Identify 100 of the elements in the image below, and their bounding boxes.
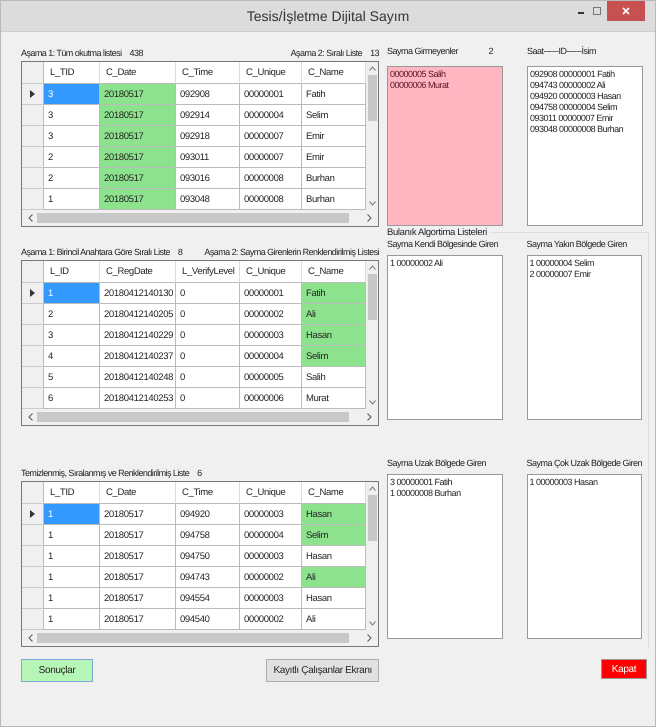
stage-label: Aşama 2: Sıralı Liste	[290, 48, 362, 58]
list-item[interactable]: 2 00000007 Emir	[530, 269, 591, 280]
column-header[interactable]: C_Date	[100, 62, 176, 84]
table-cell: 1	[44, 567, 100, 588]
column-header[interactable]: C_Time	[176, 62, 240, 84]
list-item[interactable]: 1 00000003 Hasan	[530, 477, 598, 488]
table-cell: Selim	[302, 105, 366, 126]
list-item[interactable]: 1 00000008 Burhan	[390, 488, 461, 499]
list-item[interactable]: 1 00000004 Selim	[530, 258, 594, 269]
table-cell: 3	[44, 105, 100, 126]
table-cell: Hasan	[302, 588, 366, 609]
table-cell: 0	[176, 367, 240, 388]
table-cell: 00000004	[240, 525, 302, 546]
scroll-thumb[interactable]	[368, 274, 376, 320]
scroll-thumb[interactable]	[368, 495, 376, 541]
table-cell: 0	[176, 325, 240, 346]
list-item[interactable]: 00000006 Murat	[390, 80, 449, 91]
scroll-up-icon[interactable]	[368, 66, 376, 71]
scroll-right-icon[interactable]	[367, 634, 372, 642]
column-header[interactable]: L_ID	[44, 261, 100, 283]
table-cell: Burhan	[302, 189, 366, 210]
column-header[interactable]: L_VerifyLevel	[176, 261, 240, 283]
table-cell: 00000007	[240, 126, 302, 147]
table-cell: 0	[176, 283, 240, 304]
scroll-down-icon[interactable]	[368, 400, 376, 405]
list-title: Saat------ID------İsim	[527, 46, 596, 58]
table-cell: 2	[44, 147, 100, 168]
scroll-up-icon[interactable]	[368, 265, 376, 270]
table-cell: 1	[44, 588, 100, 609]
row-header[interactable]	[22, 504, 44, 525]
action-button[interactable]: Kayıtlı Çalışanlar Ekranı	[266, 659, 379, 682]
row-header[interactable]	[22, 283, 44, 304]
list-item[interactable]: 1 00000002 Ali	[390, 258, 443, 269]
list-item[interactable]: 094758 00000004 Selim	[530, 102, 618, 113]
table-cell: Ali	[302, 304, 366, 325]
column-header[interactable]: C_Unique	[240, 482, 302, 504]
vertical-scrollbar[interactable]	[366, 62, 378, 210]
column-header[interactable]: L_TID	[44, 482, 100, 504]
current-row-icon	[30, 289, 35, 297]
list-item[interactable]: 00000005 Salih	[390, 69, 446, 80]
list-item[interactable]: 093011 00000007 Emir	[530, 113, 613, 124]
table-cell: 00000004	[240, 105, 302, 126]
scroll-down-icon[interactable]	[368, 621, 376, 626]
table-cell: 2	[44, 168, 100, 189]
list-item[interactable]: 3 00000001 Fatih	[390, 477, 452, 488]
table-cell: 2	[44, 304, 100, 325]
horizontal-scrollbar[interactable]	[22, 210, 378, 226]
table-cell: 093048	[176, 189, 240, 210]
column-header[interactable]: C_Name	[302, 261, 366, 283]
vertical-scrollbar[interactable]	[366, 261, 378, 409]
list-item[interactable]: 092908 00000001 Fatih	[530, 69, 615, 80]
column-header[interactable]: L_TID	[44, 62, 100, 84]
scroll-up-icon[interactable]	[368, 486, 376, 491]
maximize-icon[interactable]	[591, 6, 603, 16]
table-cell: 093016	[176, 168, 240, 189]
scroll-thumb[interactable]	[368, 75, 376, 121]
table-cell: 20180517	[100, 189, 176, 210]
close-button[interactable]: Kapat	[601, 659, 647, 679]
column-header[interactable]: C_Name	[302, 482, 366, 504]
table-cell: 00000006	[240, 388, 302, 409]
column-header[interactable]: C_Unique	[240, 62, 302, 84]
table-cell: 00000002	[240, 609, 302, 630]
table-cell: Hasan	[302, 546, 366, 567]
table-cell: 20180517	[100, 525, 176, 546]
list-item[interactable]: 094920 00000003 Hasan	[530, 91, 621, 102]
column-header[interactable]: C_RegDate	[100, 261, 176, 283]
scroll-left-icon[interactable]	[28, 413, 33, 421]
scroll-left-icon[interactable]	[28, 634, 33, 642]
column-header[interactable]: C_Time	[176, 482, 240, 504]
scroll-thumb[interactable]	[37, 213, 349, 223]
list-title: Sayma Uzak Bölgede Giren	[387, 458, 488, 470]
row-header[interactable]	[22, 84, 44, 105]
table-cell: 00000003	[240, 325, 302, 346]
column-header[interactable]: C_Date	[100, 482, 176, 504]
table-cell: Hasan	[302, 325, 366, 346]
list-item[interactable]: 094743 00000002 Ali	[530, 80, 606, 91]
horizontal-scrollbar[interactable]	[22, 630, 378, 646]
table-cell: Emir	[302, 147, 366, 168]
table-cell: 00000002	[240, 567, 302, 588]
table-cell: 20180517	[100, 546, 176, 567]
table-cell: 3	[44, 325, 100, 346]
scroll-thumb[interactable]	[37, 412, 349, 422]
scroll-left-icon[interactable]	[28, 214, 33, 222]
header-corner	[22, 482, 44, 504]
table-cell: 094920	[176, 504, 240, 525]
column-header[interactable]: C_Unique	[240, 261, 302, 283]
horizontal-scrollbar[interactable]	[22, 409, 378, 425]
close-icon[interactable]	[607, 1, 645, 21]
scroll-thumb[interactable]	[37, 633, 349, 643]
action-button[interactable]: Sonuçlar	[21, 659, 93, 682]
vertical-scrollbar[interactable]	[366, 482, 378, 630]
table-cell: 00000004	[240, 346, 302, 367]
scroll-right-icon[interactable]	[367, 214, 372, 222]
column-header[interactable]: C_Name	[302, 62, 366, 84]
list-title: Sayma Yakın Bölgede Giren	[526, 239, 628, 251]
list-item[interactable]: 093048 00000008 Burhan	[530, 124, 624, 135]
scroll-right-icon[interactable]	[367, 413, 372, 421]
scroll-down-icon[interactable]	[368, 201, 376, 206]
table-cell: 00000003	[240, 588, 302, 609]
table-cell: 3	[44, 126, 100, 147]
